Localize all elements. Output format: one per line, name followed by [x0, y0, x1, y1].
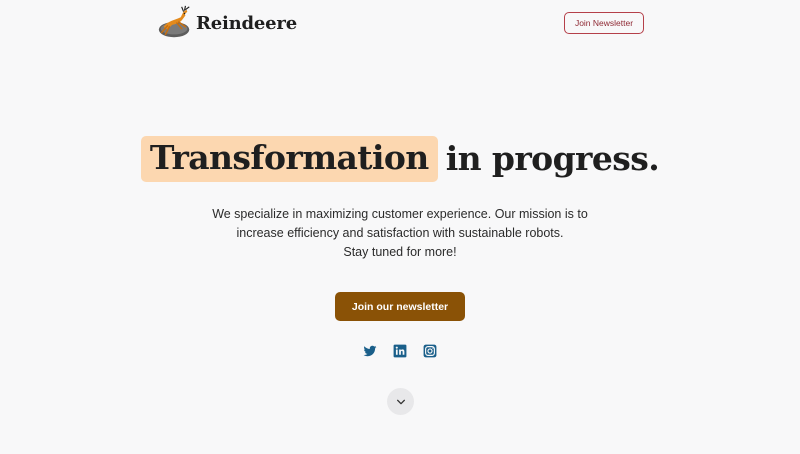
hero-description: We specialize in maximizing customer exp…: [180, 205, 620, 262]
linkedin-link[interactable]: [390, 343, 410, 359]
brand-name: Reindeere: [196, 12, 297, 34]
chevron-down-icon: [396, 399, 405, 404]
social-links: [360, 343, 440, 359]
hero-description-line: Stay tuned for more!: [343, 245, 457, 259]
hero-title: Transformation in progress.: [0, 136, 800, 182]
scroll-down-button[interactable]: [387, 388, 414, 415]
instagram-icon: [423, 344, 437, 358]
hero-title-rest: in progress.: [445, 139, 660, 178]
twitter-icon: [363, 345, 377, 357]
site-header: Reindeere Join Newsletter: [0, 0, 800, 48]
hero-description-line: We specialize in maximizing customer exp…: [212, 207, 588, 221]
leaping-deer-logo-icon: [158, 5, 190, 38]
logo[interactable]: Reindeere: [156, 4, 297, 42]
hero-title-highlight: Transformation: [140, 136, 438, 182]
join-our-newsletter-button[interactable]: Join our newsletter: [335, 292, 465, 321]
join-newsletter-button[interactable]: Join Newsletter: [564, 12, 644, 34]
instagram-link[interactable]: [420, 343, 440, 359]
linkedin-icon: [393, 344, 407, 358]
twitter-link[interactable]: [360, 343, 380, 359]
hero-description-line: increase efficiency and satisfaction wit…: [236, 226, 564, 240]
